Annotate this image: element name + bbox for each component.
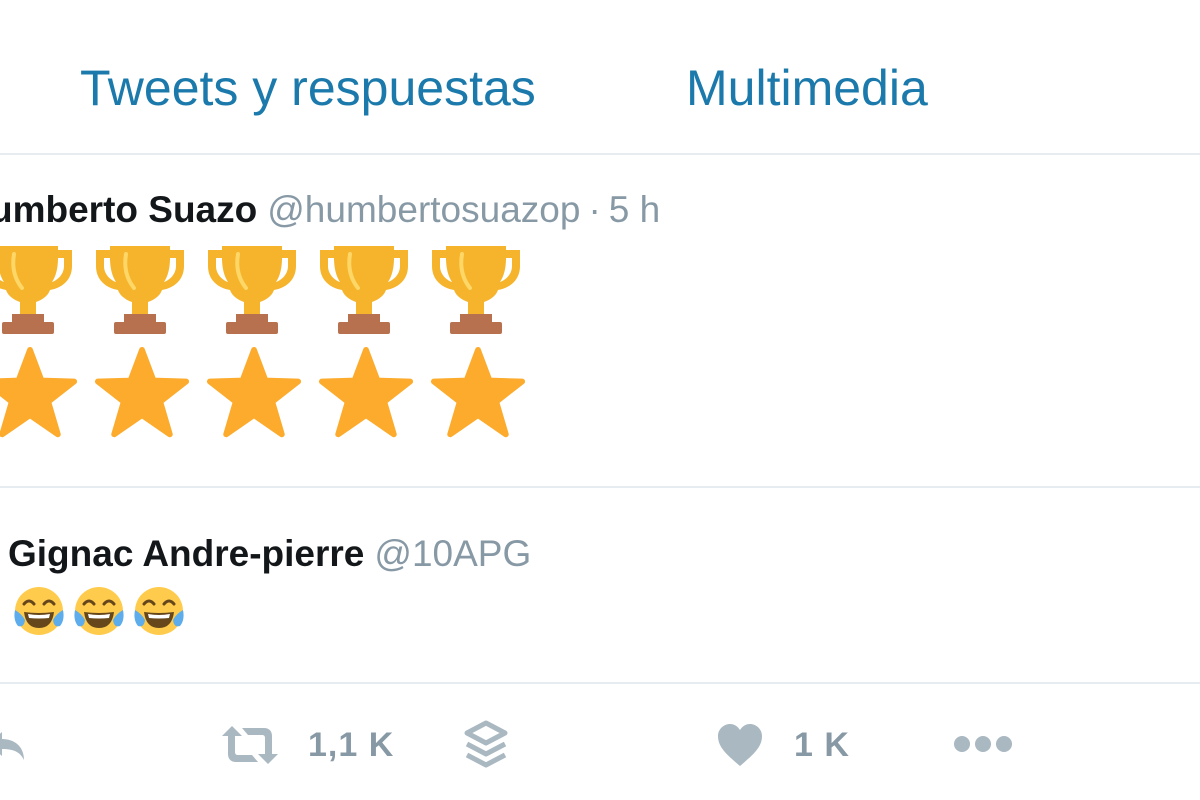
more-icon — [952, 734, 1014, 754]
author-name[interactable]: umberto Suazo — [0, 189, 257, 230]
retweet-icon — [220, 722, 280, 768]
trophy-icon — [90, 236, 190, 336]
trophy-icon — [314, 236, 414, 336]
tab-tweets-and-replies[interactable]: Tweets y respuestas — [80, 58, 536, 118]
tweet-header: Gignac Andre-pierre @10APG — [8, 532, 531, 576]
tears-of-joy-icon — [132, 584, 186, 638]
tears-of-joy-icon — [72, 584, 126, 638]
tears-of-joy-emoji-row — [12, 584, 192, 638]
author-handle[interactable]: @10APG — [374, 533, 531, 574]
stack-button[interactable] — [464, 720, 508, 770]
more-button[interactable] — [952, 734, 1014, 754]
trophy-icon — [202, 236, 302, 336]
time-separator: · — [588, 189, 601, 230]
like-count: 1 K — [794, 725, 850, 764]
star-emoji-row — [0, 346, 542, 442]
retweet-count: 1,1 K — [308, 725, 395, 764]
tweet-timestamp[interactable]: 5 h — [609, 189, 660, 230]
stack-icon — [464, 720, 508, 770]
heart-icon — [716, 722, 764, 768]
reply-icon — [0, 726, 28, 766]
tweet-feed-page: Tweets y respuestas Multimedia umberto S… — [0, 0, 1200, 800]
star-icon — [318, 346, 414, 442]
author-handle[interactable]: @humbertosuazop — [267, 189, 580, 230]
profile-tabs: Tweets y respuestas Multimedia — [0, 0, 1200, 154]
tab-media[interactable]: Multimedia — [686, 58, 928, 118]
star-icon — [0, 346, 78, 442]
divider — [0, 153, 1200, 155]
trophy-emoji-row — [0, 236, 538, 336]
like-button[interactable]: 1 K — [716, 722, 850, 768]
star-icon — [430, 346, 526, 442]
reply-button[interactable] — [0, 726, 28, 766]
divider — [0, 486, 1200, 488]
star-icon — [206, 346, 302, 442]
divider — [0, 682, 1200, 684]
retweet-button[interactable]: 1,1 K — [220, 722, 394, 768]
trophy-icon — [426, 236, 526, 336]
trophy-icon — [0, 236, 78, 336]
author-name[interactable]: Gignac Andre-pierre — [8, 533, 364, 574]
tears-of-joy-icon — [12, 584, 66, 638]
tweet-header: umberto Suazo @humbertosuazop · 5 h — [0, 188, 660, 232]
star-icon — [94, 346, 190, 442]
